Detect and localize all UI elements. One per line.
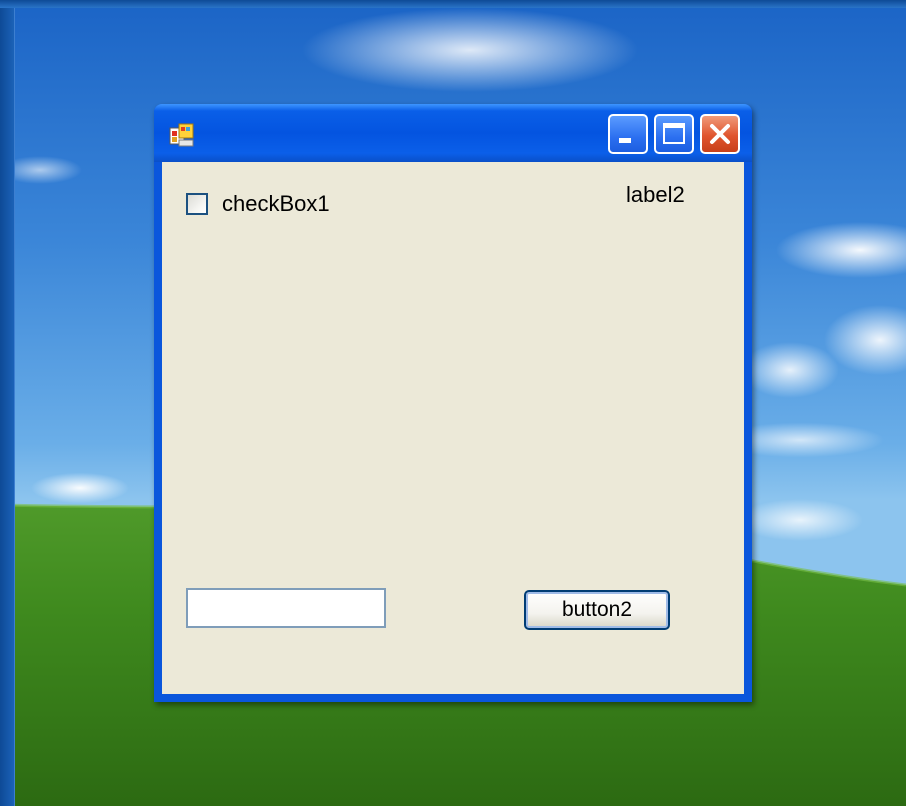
- slide-frame-top: [0, 0, 906, 8]
- label2: label2: [626, 182, 685, 207]
- maximize-button[interactable]: [654, 114, 694, 154]
- maximize-icon: [663, 123, 685, 144]
- checkbox1-label[interactable]: checkBox1: [222, 191, 330, 217]
- slide-frame-left: [0, 0, 15, 806]
- application-icon[interactable]: [168, 122, 196, 150]
- checkbox-box[interactable]: [186, 193, 208, 215]
- textbox1[interactable]: [186, 588, 386, 628]
- minimize-button[interactable]: [608, 114, 648, 154]
- minimize-icon: [619, 138, 631, 143]
- close-button[interactable]: [700, 114, 740, 154]
- checkbox1[interactable]: checkBox1: [186, 190, 330, 218]
- form-client-area: checkBox1 label2 button2: [162, 162, 744, 694]
- close-icon: [710, 124, 730, 144]
- form-window: checkBox1 label2 button2: [154, 104, 752, 702]
- title-bar[interactable]: [154, 104, 752, 162]
- button2[interactable]: button2: [524, 590, 670, 630]
